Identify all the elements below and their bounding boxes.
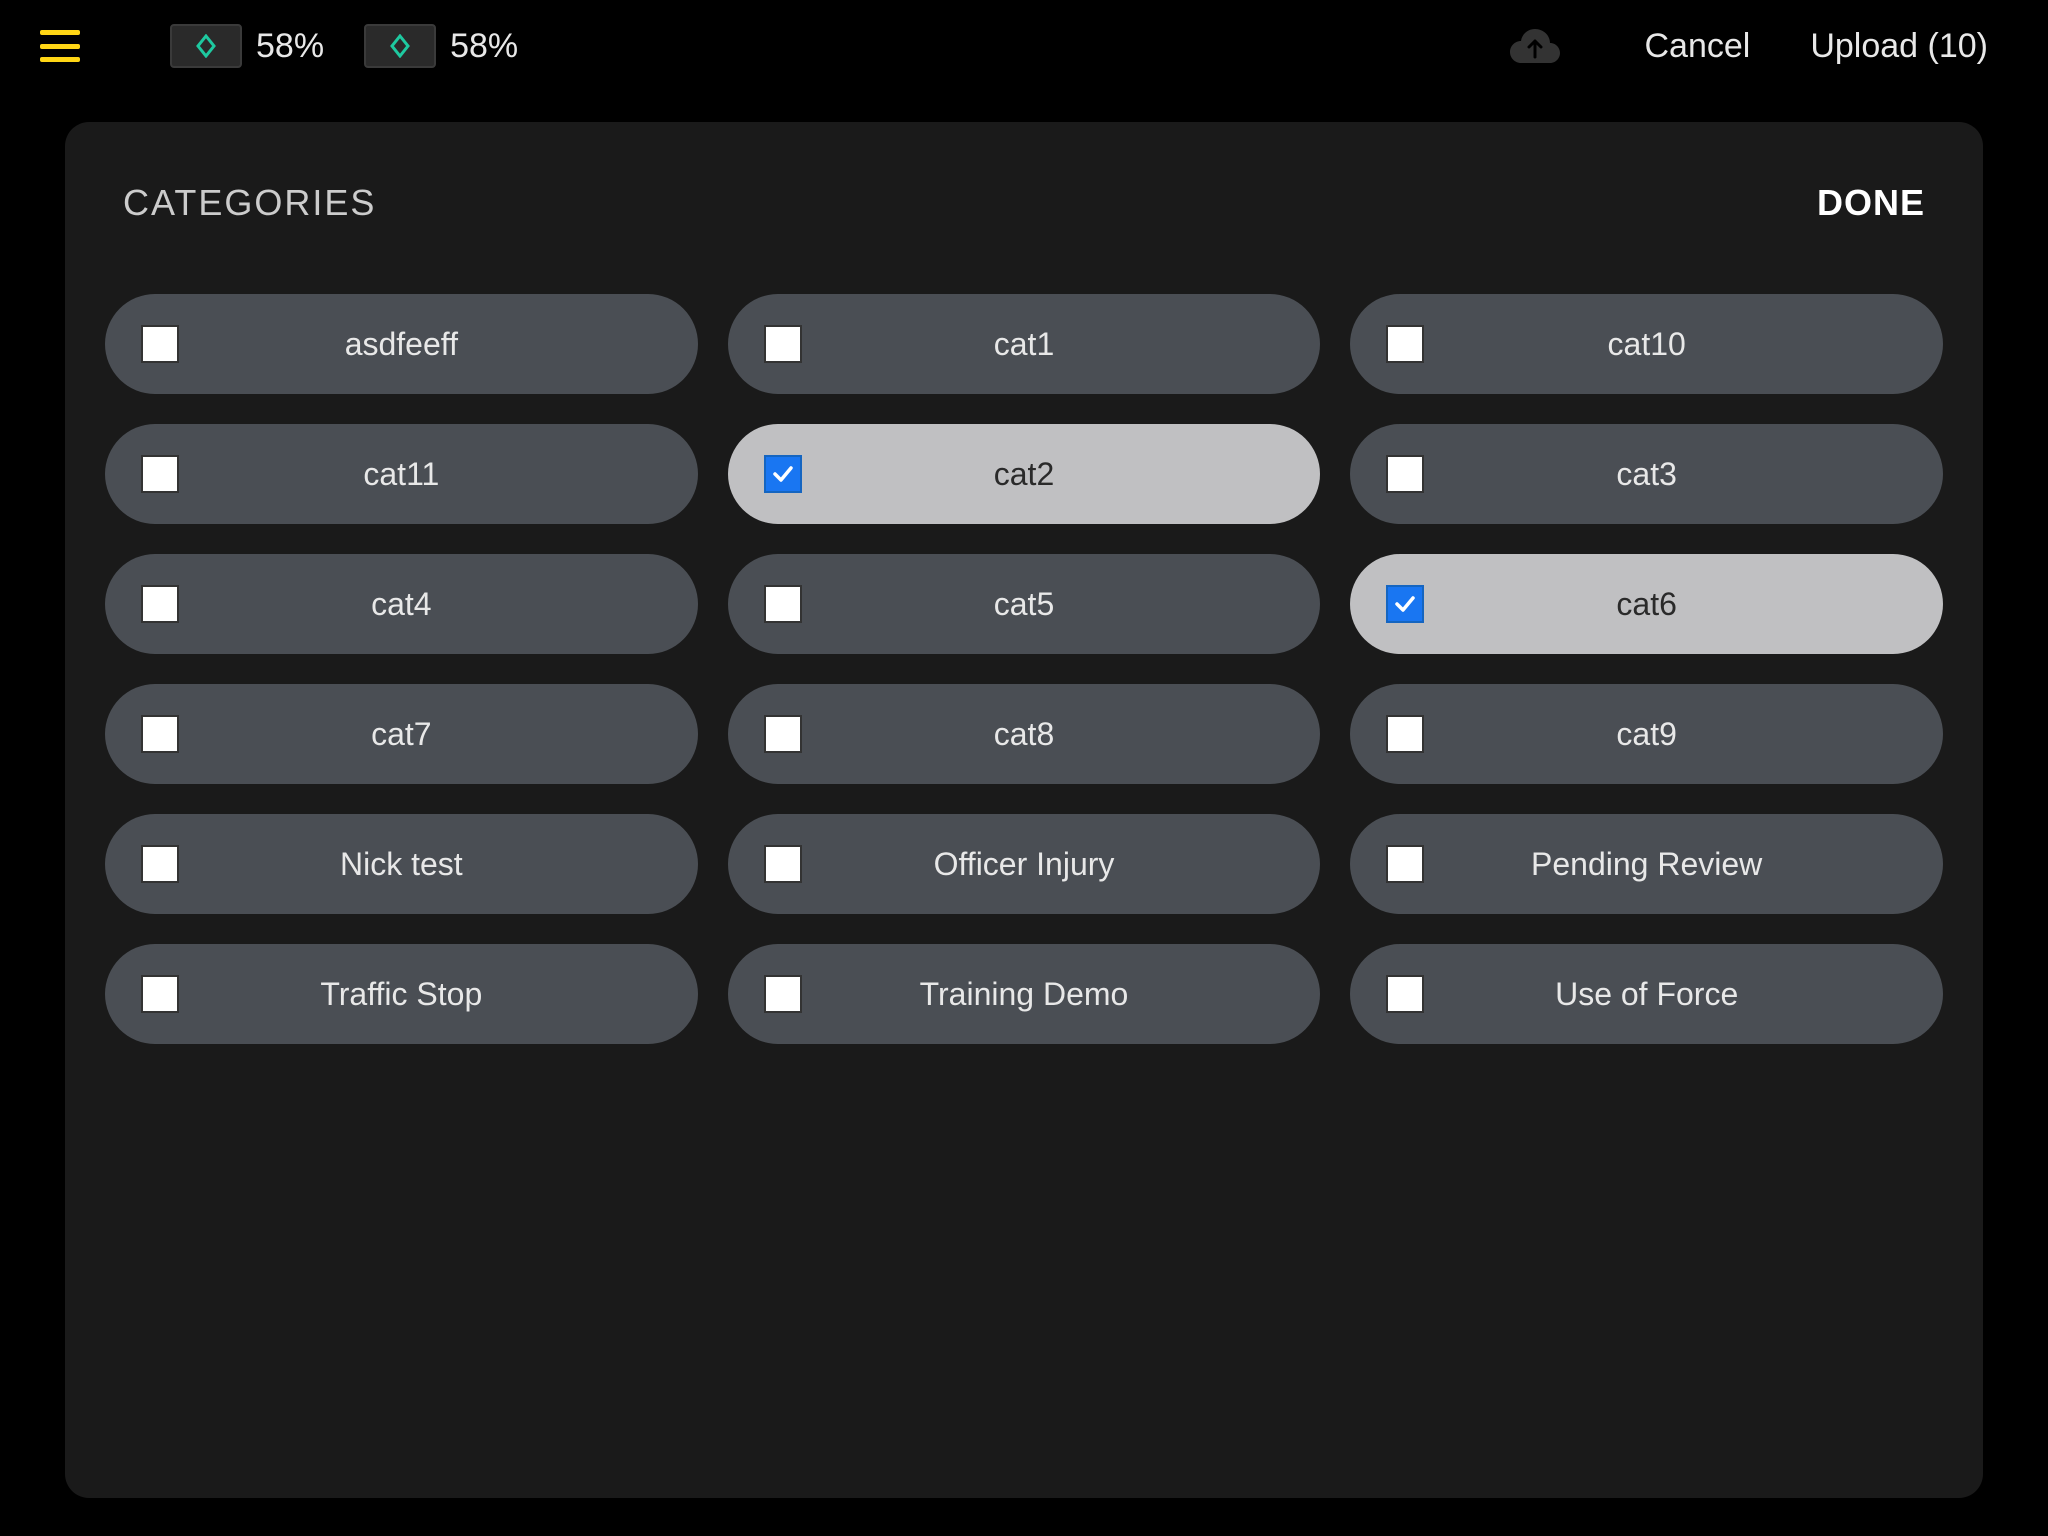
category-label: cat6 [1424, 586, 1907, 623]
category-pill[interactable]: Training Demo [728, 944, 1321, 1044]
camera-battery-icon [364, 24, 436, 68]
done-button[interactable]: DONE [1817, 182, 1925, 224]
category-pill[interactable]: Traffic Stop [105, 944, 698, 1044]
menu-icon[interactable] [40, 30, 80, 62]
category-pill[interactable]: cat6 [1350, 554, 1943, 654]
category-pill[interactable]: Officer Injury [728, 814, 1321, 914]
category-label: cat11 [179, 456, 662, 493]
category-checkbox[interactable] [764, 845, 802, 883]
category-pill[interactable]: Pending Review [1350, 814, 1943, 914]
category-pill[interactable]: cat11 [105, 424, 698, 524]
category-label: cat2 [802, 456, 1285, 493]
category-checkbox[interactable] [1386, 585, 1424, 623]
category-label: cat1 [802, 326, 1285, 363]
category-pill[interactable]: cat2 [728, 424, 1321, 524]
category-label: Traffic Stop [179, 976, 662, 1013]
category-label: asdfeeff [179, 326, 662, 363]
category-pill[interactable]: cat5 [728, 554, 1321, 654]
category-checkbox[interactable] [764, 715, 802, 753]
category-pill[interactable]: cat9 [1350, 684, 1943, 784]
battery-2: 58% [364, 24, 518, 68]
checkmark-icon [771, 462, 795, 486]
top-bar: 58% 58% Cancel Upload (10) [0, 0, 2048, 92]
category-pill[interactable]: cat8 [728, 684, 1321, 784]
battery-section: 58% 58% [170, 24, 518, 68]
category-label: Use of Force [1424, 976, 1907, 1013]
category-pill[interactable]: Nick test [105, 814, 698, 914]
category-checkbox[interactable] [764, 455, 802, 493]
upload-button[interactable]: Upload (10) [1790, 27, 2008, 66]
categories-panel: CATEGORIES DONE asdfeeff cat1 cat10 cat11 ca… [65, 122, 1983, 1498]
category-label: cat8 [802, 716, 1285, 753]
battery-1: 58% [170, 24, 324, 68]
panel-header: CATEGORIES DONE [105, 182, 1943, 224]
category-checkbox[interactable] [1386, 715, 1424, 753]
category-checkbox[interactable] [141, 455, 179, 493]
category-label: cat5 [802, 586, 1285, 623]
category-label: cat3 [1424, 456, 1907, 493]
cloud-upload-icon[interactable] [1505, 21, 1565, 71]
category-checkbox[interactable] [141, 845, 179, 883]
category-label: Pending Review [1424, 846, 1907, 883]
category-label: Officer Injury [802, 846, 1285, 883]
camera-battery-icon [170, 24, 242, 68]
category-pill[interactable]: cat10 [1350, 294, 1943, 394]
category-checkbox[interactable] [1386, 325, 1424, 363]
category-label: cat7 [179, 716, 662, 753]
category-checkbox[interactable] [764, 975, 802, 1013]
category-pill[interactable]: cat4 [105, 554, 698, 654]
category-label: Nick test [179, 846, 662, 883]
category-checkbox[interactable] [141, 975, 179, 1013]
category-pill[interactable]: cat1 [728, 294, 1321, 394]
category-label: cat4 [179, 586, 662, 623]
category-label: cat9 [1424, 716, 1907, 753]
category-checkbox[interactable] [1386, 975, 1424, 1013]
category-pill[interactable]: Use of Force [1350, 944, 1943, 1044]
category-pill[interactable]: asdfeeff [105, 294, 698, 394]
category-checkbox[interactable] [141, 715, 179, 753]
category-checkbox[interactable] [1386, 455, 1424, 493]
category-pill[interactable]: cat7 [105, 684, 698, 784]
category-checkbox[interactable] [1386, 845, 1424, 883]
category-label: Training Demo [802, 976, 1285, 1013]
category-checkbox[interactable] [764, 585, 802, 623]
battery-2-percent: 58% [450, 27, 518, 66]
battery-1-percent: 58% [256, 27, 324, 66]
cancel-button[interactable]: Cancel [1625, 27, 1771, 66]
category-checkbox[interactable] [141, 325, 179, 363]
category-checkbox[interactable] [764, 325, 802, 363]
category-checkbox[interactable] [141, 585, 179, 623]
category-label: cat10 [1424, 326, 1907, 363]
category-pill[interactable]: cat3 [1350, 424, 1943, 524]
panel-title: CATEGORIES [123, 182, 376, 224]
categories-grid: asdfeeff cat1 cat10 cat11 cat2 cat3 cat4 cat5 ca… [105, 294, 1943, 1044]
checkmark-icon [1393, 592, 1417, 616]
